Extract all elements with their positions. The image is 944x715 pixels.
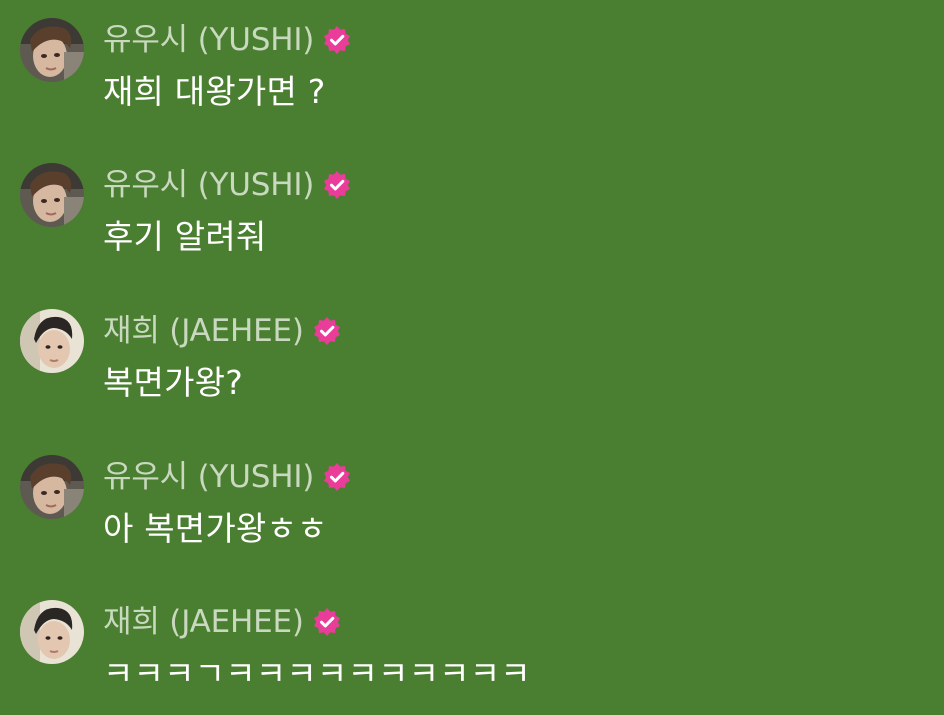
yushi-avatar[interactable]: [20, 163, 84, 227]
chat-message: 재희 (JAEHEE) ㅋㅋㅋㄱㅋㅋㅋㅋㅋㅋㅋㅋㅋㅋ: [20, 600, 920, 710]
sender-name: 유우시 (YUSHI): [103, 167, 315, 203]
message-text: 아 복면가왕ㅎㅎ: [103, 509, 328, 548]
yushi-avatar-image: [20, 163, 84, 227]
message-text: ㅋㅋㅋㄱㅋㅋㅋㅋㅋㅋㅋㅋㅋㅋ: [103, 654, 531, 693]
sender-name: 유우시 (YUSHI): [103, 22, 315, 58]
jaehee-avatar-image: [20, 309, 84, 373]
verified-badge-icon: [312, 316, 342, 346]
sender-header: 유우시 (YUSHI): [103, 457, 352, 497]
sender-header: 유우시 (YUSHI): [103, 165, 352, 205]
yushi-avatar[interactable]: [20, 18, 84, 82]
verified-badge-icon: [322, 25, 352, 55]
jaehee-avatar[interactable]: [20, 600, 84, 664]
yushi-avatar[interactable]: [20, 455, 84, 519]
message-text: 재희 대왕가면 ?: [103, 72, 326, 111]
verified-badge-icon: [322, 170, 352, 200]
verified-badge-icon: [322, 462, 352, 492]
yushi-avatar-image: [20, 455, 84, 519]
sender-name: 재희 (JAEHEE): [103, 313, 304, 349]
yushi-avatar-image: [20, 18, 84, 82]
chat-message: 유우시 (YUSHI) 후기 알려줘: [20, 163, 920, 273]
verified-badge-icon: [312, 607, 342, 637]
sender-header: 재희 (JAEHEE): [103, 602, 342, 642]
chat-message: 재희 (JAEHEE) 복면가왕?: [20, 309, 920, 419]
message-text: 복면가왕?: [103, 363, 243, 402]
sender-name: 유우시 (YUSHI): [103, 459, 315, 495]
chat-message: 유우시 (YUSHI) 아 복면가왕ㅎㅎ: [20, 455, 920, 565]
jaehee-avatar-image: [20, 600, 84, 664]
chat-message: 유우시 (YUSHI) 재희 대왕가면 ?: [20, 18, 920, 128]
sender-name: 재희 (JAEHEE): [103, 604, 304, 640]
jaehee-avatar[interactable]: [20, 309, 84, 373]
sender-header: 재희 (JAEHEE): [103, 311, 342, 351]
message-text: 후기 알려줘: [103, 217, 267, 256]
sender-header: 유우시 (YUSHI): [103, 20, 352, 60]
